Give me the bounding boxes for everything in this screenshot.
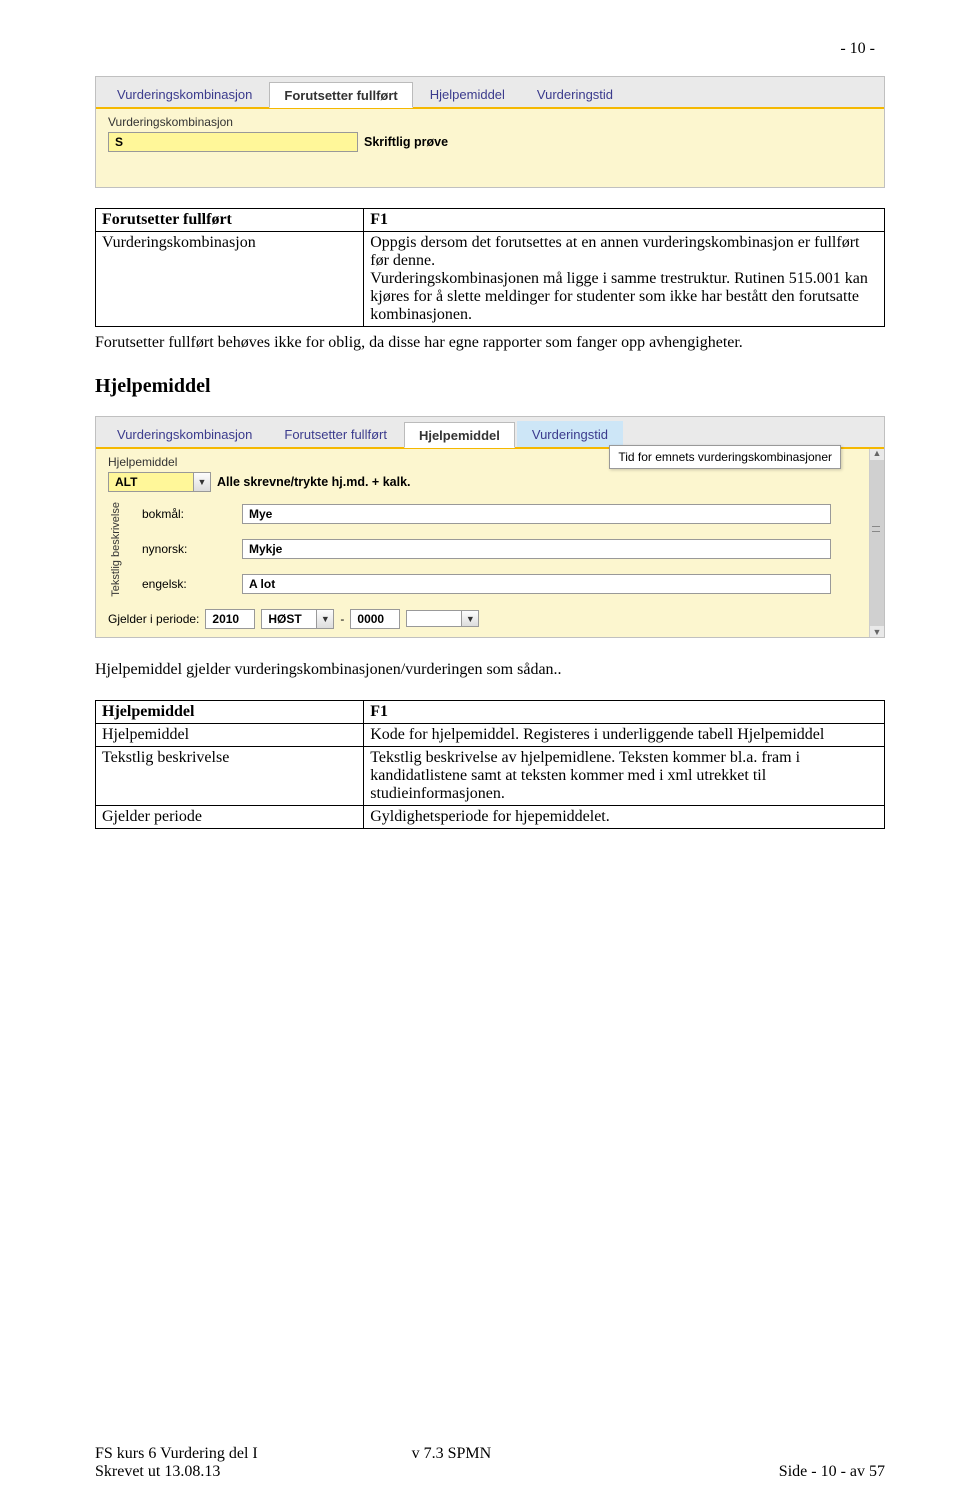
footer-left-line1: FS kurs 6 Vurdering del I xyxy=(95,1445,258,1463)
paragraph-hjelpemiddel-note: Hjelpemiddel gjelder vurderingskombinasj… xyxy=(95,660,885,680)
scroll-up-icon[interactable]: ▲ xyxy=(873,449,882,458)
table-forutsetter: Forutsetter fullført F1 Vurderingskombin… xyxy=(95,208,885,327)
label-engelsk: engelsk: xyxy=(142,577,232,591)
dropdown-term-from[interactable]: HØST ▼ xyxy=(261,609,334,629)
label-nynorsk: nynorsk: xyxy=(142,542,232,556)
scroll-down-icon[interactable]: ▼ xyxy=(873,628,882,637)
screenshot-hjelpemiddel: Vurderingskombinasjon Forutsetter fullfø… xyxy=(95,416,885,638)
input-term-to[interactable] xyxy=(406,610,462,627)
input-nynorsk[interactable]: Mykje xyxy=(242,539,831,559)
tab-vurderingskombinasjon-2[interactable]: Vurderingskombinasjon xyxy=(102,421,267,447)
label-dash: - xyxy=(340,612,344,626)
input-code[interactable]: S xyxy=(108,132,358,152)
chevron-down-icon[interactable]: ▼ xyxy=(317,609,334,629)
cell-label: Tekstlig beskrivelse xyxy=(96,746,364,805)
tab-hjelpemiddel-2[interactable]: Hjelpemiddel xyxy=(404,422,515,448)
table-row: Vurderingskombinasjon Oppgis dersom det … xyxy=(96,232,885,327)
input-engelsk[interactable]: A lot xyxy=(242,574,831,594)
table-hjelpemiddel: Hjelpemiddel F1 Hjelpemiddel Kode for hj… xyxy=(95,700,885,829)
cell-desc: Gyldighetsperiode for hjepemiddelet. xyxy=(364,805,885,828)
label-gjelder-periode: Gjelder i periode: xyxy=(108,612,199,626)
tab-vurderingstid-2[interactable]: Vurderingstid xyxy=(517,421,623,447)
cell-desc: Kode for hjelpemiddel. Registeres i unde… xyxy=(364,723,885,746)
tooltip-vurderingstid: Tid for emnets vurderingskombinasjoner xyxy=(609,445,841,469)
cell-label: Gjelder periode xyxy=(96,805,364,828)
cell-header: Hjelpemiddel xyxy=(96,700,364,723)
cell-desc: Oppgis dersom det forutsettes at en anne… xyxy=(364,232,885,327)
panel-hjelpemiddel: Tid for emnets vurderingskombinasjoner H… xyxy=(96,449,869,637)
input-year-to[interactable]: 0000 xyxy=(350,609,400,629)
table-row: Tekstlig beskrivelse Tekstlig beskrivels… xyxy=(96,746,885,805)
table-row: Hjelpemiddel F1 xyxy=(96,700,885,723)
tabbar-1: Vurderingskombinasjon Forutsetter fullfø… xyxy=(96,77,884,109)
input-bokmal[interactable]: Mye xyxy=(242,504,831,524)
cell-header: Forutsetter fullført xyxy=(96,209,364,232)
cell-label: Vurderingskombinasjon xyxy=(96,232,364,327)
label-bokmal: bokmål: xyxy=(142,507,232,521)
footer-left-line2: Skrevet ut 13.08.13 xyxy=(95,1463,220,1481)
page-number-top: - 10 - xyxy=(95,40,885,58)
input-term-from[interactable]: HØST xyxy=(261,609,317,629)
text-code-description: Skriftlig prøve xyxy=(364,135,448,149)
cell-value: F1 xyxy=(364,700,885,723)
tab-hjelpemiddel[interactable]: Hjelpemiddel xyxy=(415,81,520,107)
chevron-down-icon[interactable]: ▼ xyxy=(462,610,479,627)
cell-desc: Tekstlig beskrivelse av hjelpemidlene. T… xyxy=(364,746,885,805)
tab-forutsetter-fullfort-2[interactable]: Forutsetter fullført xyxy=(269,421,402,447)
tab-forutsetter-fullfort[interactable]: Forutsetter fullført xyxy=(269,82,412,108)
scroll-thumb-icon xyxy=(872,526,880,532)
label-vurderingskombinasjon: Vurderingskombinasjon xyxy=(108,115,872,129)
chevron-down-icon[interactable]: ▼ xyxy=(194,472,211,492)
input-hjelpemiddel-code[interactable]: ALT xyxy=(108,472,194,492)
cell-value: F1 xyxy=(364,209,885,232)
scrollbar[interactable]: ▲ ▼ xyxy=(869,449,884,637)
dropdown-term-to[interactable]: ▼ xyxy=(406,610,479,627)
section-heading-hjelpemiddel: Hjelpemiddel xyxy=(95,375,885,398)
paragraph-forutsetter-note: Forutsetter fullført behøves ikke for ob… xyxy=(95,333,885,353)
table-row: Gjelder periode Gyldighetsperiode for hj… xyxy=(96,805,885,828)
footer-right-line2: Side - 10 - av 57 xyxy=(779,1463,885,1481)
tab-vurderingstid[interactable]: Vurderingstid xyxy=(522,81,628,107)
screenshot-forutsetter: Vurderingskombinasjon Forutsetter fullfø… xyxy=(95,76,885,188)
dropdown-hjelpemiddel-code[interactable]: ALT ▼ xyxy=(108,472,211,492)
table-row: Hjelpemiddel Kode for hjelpemiddel. Regi… xyxy=(96,723,885,746)
panel-forutsetter: Vurderingskombinasjon S Skriftlig prøve xyxy=(96,109,884,187)
footer-mid-line1: v 7.3 SPMN xyxy=(412,1445,492,1463)
input-year-from[interactable]: 2010 xyxy=(205,609,255,629)
tab-vurderingskombinasjon[interactable]: Vurderingskombinasjon xyxy=(102,81,267,107)
vertical-label-tekstlig: Tekstlig beskrivelse xyxy=(108,500,132,599)
table-row: Forutsetter fullført F1 xyxy=(96,209,885,232)
text-hjelpemiddel-desc: Alle skrevne/trykte hj.md. + kalk. xyxy=(217,475,411,489)
page-footer: FS kurs 6 Vurdering del I v 7.3 SPMN Skr… xyxy=(95,1445,885,1481)
cell-label: Hjelpemiddel xyxy=(96,723,364,746)
